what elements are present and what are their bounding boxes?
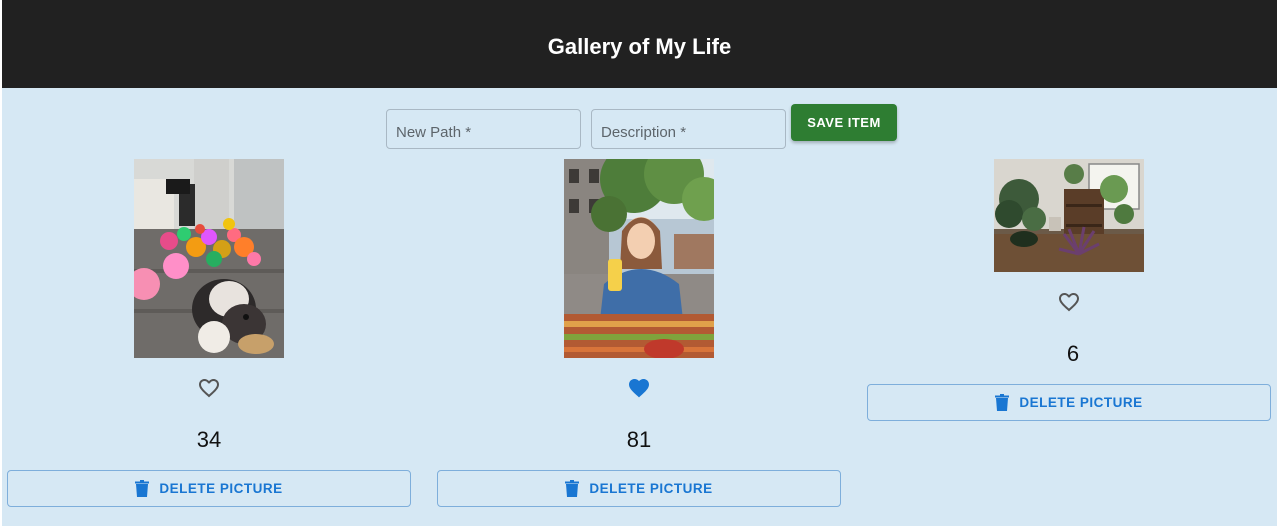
app-frame: Gallery of My Life SAVE ITEM: [2, 0, 1277, 526]
description-field[interactable]: [591, 109, 786, 149]
like-count: 6: [1066, 341, 1080, 366]
gallery-photo-plants: [994, 159, 1144, 272]
trash-icon: [135, 480, 150, 497]
description-input[interactable]: [592, 110, 785, 148]
like-count: 34: [196, 427, 222, 452]
app-header: Gallery of My Life: [2, 0, 1277, 88]
like-count: 81: [626, 427, 652, 452]
heart-filled-icon[interactable]: [627, 376, 651, 400]
gallery-photo-woman: [564, 159, 714, 358]
trash-icon: [995, 394, 1010, 411]
delete-picture-button[interactable]: DELETE PICTURE: [437, 470, 841, 507]
gallery-photo-dog: [134, 159, 284, 358]
delete-picture-button[interactable]: DELETE PICTURE: [7, 470, 411, 507]
delete-picture-label: DELETE PICTURE: [159, 481, 283, 496]
save-item-button[interactable]: SAVE ITEM: [791, 104, 897, 141]
new-path-field[interactable]: [386, 109, 581, 149]
heart-outline-icon[interactable]: [197, 376, 221, 400]
trash-icon: [565, 480, 580, 497]
heart-outline-icon[interactable]: [1057, 290, 1081, 314]
delete-picture-label: DELETE PICTURE: [589, 481, 713, 496]
delete-picture-label: DELETE PICTURE: [1019, 395, 1143, 410]
new-path-input[interactable]: [387, 110, 580, 148]
page-title: Gallery of My Life: [547, 34, 732, 59]
delete-picture-button[interactable]: DELETE PICTURE: [867, 384, 1271, 421]
